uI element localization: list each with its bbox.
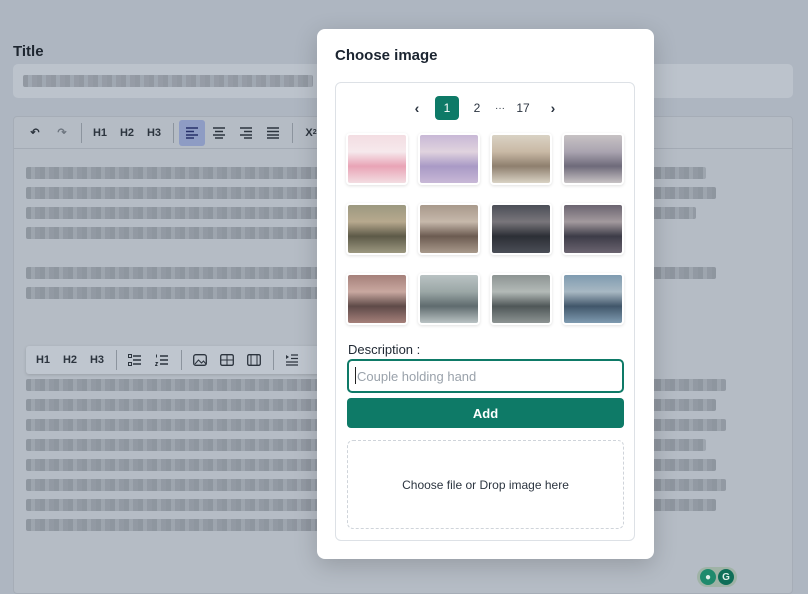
thumbnail-image [492, 275, 550, 323]
page-button-1[interactable]: 1 [435, 96, 459, 120]
image-thumbnail[interactable] [418, 203, 480, 255]
image-icon[interactable] [187, 347, 213, 373]
grammar-assistant-badge[interactable]: ● G [697, 567, 737, 587]
floating-toolbar: H1 H2 H3 [26, 346, 346, 374]
thumbnail-image [348, 275, 406, 323]
image-thumbnail[interactable] [418, 133, 480, 185]
thumbnail-image [420, 275, 478, 323]
pagination: ‹ 1 2 ··· 17 › [336, 96, 634, 120]
file-dropzone[interactable]: Choose file or Drop image here [347, 440, 624, 529]
align-center-icon[interactable] [206, 120, 232, 146]
modal-title: Choose image [335, 47, 438, 64]
image-thumbnail[interactable] [346, 203, 408, 255]
add-button[interactable]: Add [347, 398, 624, 428]
page-button-17[interactable]: 17 [511, 96, 535, 120]
thumbnail-image [348, 205, 406, 253]
align-left-icon[interactable] [179, 119, 205, 146]
heading-3-button[interactable]: H3 [84, 347, 110, 373]
bulb-icon: ● [700, 569, 716, 585]
heading-2-button[interactable]: H2 [57, 347, 83, 373]
bullet-list-icon[interactable] [122, 347, 148, 373]
heading-2-button[interactable]: H2 [114, 120, 140, 146]
image-thumbnail[interactable] [418, 273, 480, 325]
video-icon[interactable] [241, 347, 267, 373]
align-justify-icon[interactable] [260, 120, 286, 146]
image-thumbnail[interactable] [562, 133, 624, 185]
thumbnail-image [492, 135, 550, 183]
grammar-icon: G [718, 569, 734, 585]
image-thumbnail[interactable] [562, 203, 624, 255]
image-thumbnail[interactable] [490, 133, 552, 185]
dropzone-label: Choose file or Drop image here [402, 477, 569, 492]
thumbnail-image [564, 275, 622, 323]
table-icon[interactable] [214, 347, 240, 373]
heading-1-button[interactable]: H1 [30, 347, 56, 373]
image-thumbnail[interactable] [562, 273, 624, 325]
indent-icon[interactable] [279, 347, 305, 373]
heading-3-button[interactable]: H3 [141, 120, 167, 146]
image-thumbnail[interactable] [346, 133, 408, 185]
next-page-button[interactable]: › [541, 96, 565, 120]
redo-icon[interactable]: ↷ [49, 120, 75, 146]
image-thumbnail[interactable] [346, 273, 408, 325]
page-ellipsis: ··· [495, 102, 505, 114]
page-title: Title [13, 43, 44, 60]
image-thumbnail[interactable] [490, 203, 552, 255]
undo-icon[interactable]: ↶ [22, 120, 48, 146]
thumbnail-image [420, 135, 478, 183]
thumbnail-image [564, 205, 622, 253]
thumbnail-image [564, 135, 622, 183]
description-input[interactable] [347, 359, 624, 393]
thumbnail-image [492, 205, 550, 253]
page-button-2[interactable]: 2 [465, 96, 489, 120]
align-right-icon[interactable] [233, 120, 259, 146]
image-grid [346, 133, 626, 325]
prev-page-button[interactable]: ‹ [405, 96, 429, 120]
thumbnail-image [348, 135, 406, 183]
image-picker-panel: ‹ 1 2 ··· 17 › Description : Add Choose … [335, 82, 635, 541]
description-label: Description : [348, 342, 421, 357]
thumbnail-image [420, 205, 478, 253]
choose-image-modal: Choose image ‹ 1 2 ··· 17 › Description … [317, 29, 654, 559]
heading-1-button[interactable]: H1 [87, 120, 113, 146]
text-caret [355, 367, 356, 384]
numbered-list-icon[interactable] [149, 347, 175, 373]
image-thumbnail[interactable] [490, 273, 552, 325]
